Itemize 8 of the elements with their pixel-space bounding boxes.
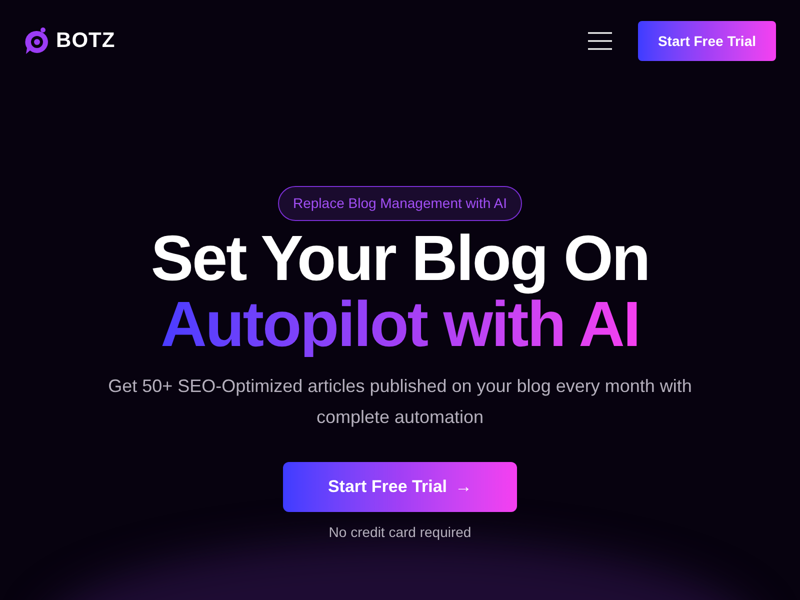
subtitle: Get 50+ SEO-Optimized articles published on your blog every month with complete automation bbox=[107, 375, 693, 429]
logo-icon bbox=[24, 26, 50, 56]
start-trial-button[interactable]: Start Free Trial → bbox=[283, 462, 517, 512]
menu-icon[interactable] bbox=[588, 32, 612, 50]
brand-name: BOTZ bbox=[56, 28, 116, 54]
start-trial-button[interactable]: Start Free Trial bbox=[638, 21, 776, 61]
badge: Replace Blog Management with AI bbox=[278, 186, 522, 221]
no-credit-card-note: No credit card required bbox=[328, 523, 472, 542]
